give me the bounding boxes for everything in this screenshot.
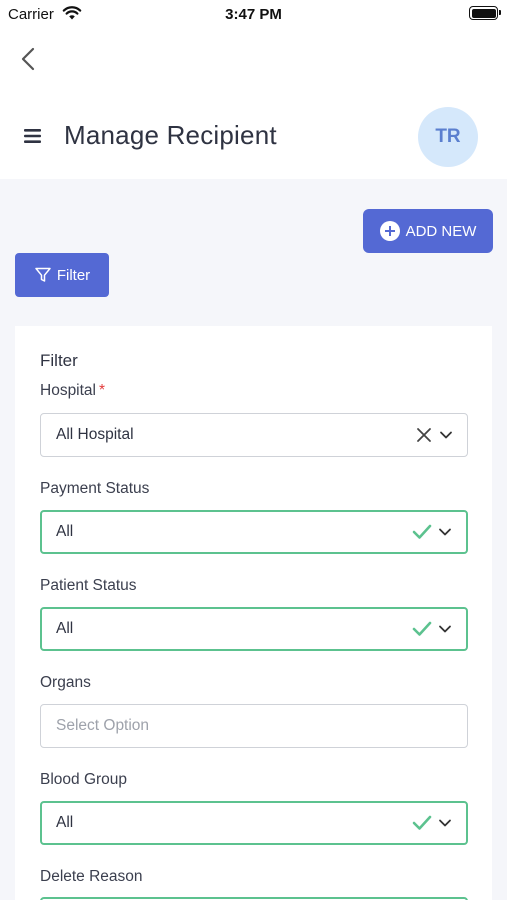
avatar[interactable]: TR (418, 107, 478, 167)
chevron-down-icon (439, 819, 451, 827)
clear-icon[interactable] (415, 426, 433, 444)
hospital-label: Hospital * (40, 382, 105, 400)
hamburger-menu-button[interactable] (22, 126, 44, 146)
status-time: 3:47 PM (225, 6, 282, 23)
battery-tip (499, 10, 501, 15)
filter-button-label: Filter (56, 266, 91, 284)
required-marker: * (99, 382, 106, 399)
payment-status-icons (412, 512, 452, 552)
payment-status-select[interactable]: All (40, 510, 468, 554)
back-button[interactable] (14, 44, 44, 74)
blood-group-value: All (56, 814, 74, 831)
patient-status-label: Patient Status (40, 577, 137, 594)
hospital-select[interactable]: All Hospital (40, 413, 468, 457)
delete-reason-label: Delete Reason (40, 868, 143, 885)
battery-icon (469, 6, 498, 20)
hamburger-icon (24, 129, 41, 143)
filter-panel-title: Filter (40, 351, 78, 370)
hospital-label-text: Hospital (40, 382, 96, 399)
patient-status-value: All (56, 620, 74, 637)
organs-select[interactable]: Select Option (40, 704, 468, 748)
hospital-select-value: All Hospital (56, 426, 134, 443)
organs-placeholder: Select Option (56, 717, 150, 734)
chevron-down-icon (439, 528, 451, 536)
blood-group-label: Blood Group (40, 771, 128, 788)
organs-label: Organs (40, 674, 91, 691)
plus-circle-icon (379, 221, 400, 241)
check-icon (412, 524, 432, 539)
payment-status-value: All (56, 523, 74, 540)
payment-status-label: Payment Status (40, 480, 150, 497)
check-icon (412, 621, 432, 636)
add-new-label: ADD NEW (405, 222, 477, 240)
funnel-icon (35, 267, 51, 282)
page-title: Manage Recipient (64, 120, 277, 150)
blood-group-icons (412, 803, 452, 843)
patient-status-icons (412, 609, 452, 649)
check-icon (412, 815, 432, 830)
chevron-down-icon (440, 431, 452, 439)
patient-status-select[interactable]: All (40, 607, 468, 651)
chevron-left-icon (21, 47, 35, 71)
filter-button[interactable]: Filter (15, 253, 109, 297)
hospital-select-icons (415, 414, 453, 456)
chevron-down-icon (439, 625, 451, 633)
blood-group-select[interactable]: All (40, 801, 468, 845)
add-new-button[interactable]: ADD NEW (363, 209, 493, 253)
